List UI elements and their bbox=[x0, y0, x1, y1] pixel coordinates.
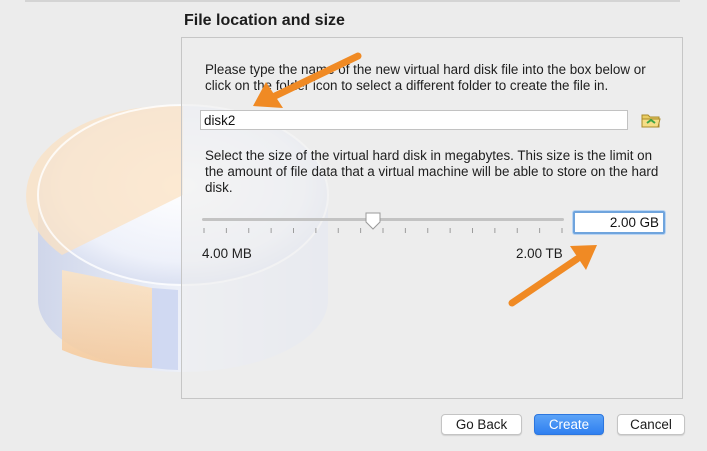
disk-name-input[interactable] bbox=[200, 110, 628, 130]
slider-thumb[interactable] bbox=[365, 212, 381, 230]
size-min-label: 4.00 MB bbox=[202, 246, 252, 261]
choose-folder-button[interactable] bbox=[641, 111, 661, 129]
slider-ticks bbox=[203, 228, 563, 233]
go-back-button[interactable]: Go Back bbox=[441, 414, 522, 435]
disk-size-input[interactable] bbox=[573, 211, 665, 234]
size-max-label: 2.00 TB bbox=[516, 246, 563, 261]
slider-track bbox=[202, 218, 564, 221]
folder-icon bbox=[641, 114, 661, 128]
disk-size-slider[interactable] bbox=[200, 210, 566, 240]
disk-size-description: Select the size of the virtual hard disk… bbox=[205, 148, 659, 195]
top-strip bbox=[25, 0, 680, 2]
section-title: File location and size bbox=[184, 12, 345, 29]
file-location-description: Please type the name of the new virtual … bbox=[205, 62, 646, 93]
create-button[interactable]: Create bbox=[534, 414, 604, 435]
cancel-button[interactable]: Cancel bbox=[617, 414, 685, 435]
